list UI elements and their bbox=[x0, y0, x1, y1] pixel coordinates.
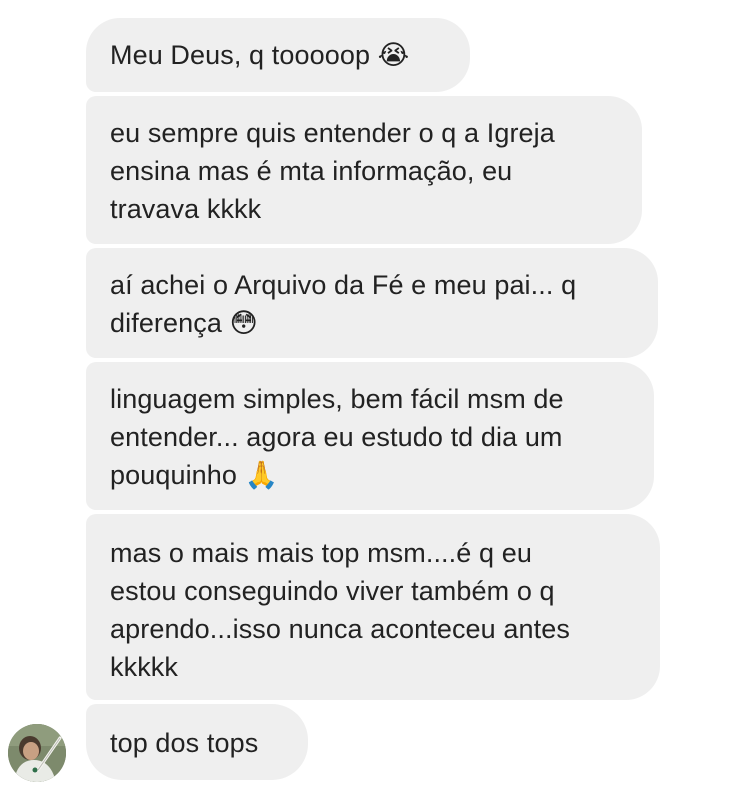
message-bubble[interactable]: mas o mais mais top msm....é q eu estou … bbox=[86, 514, 660, 700]
message-bubble[interactable]: Meu Deus, q tooooop 😭 bbox=[86, 18, 470, 92]
message-bubble[interactable]: top dos tops bbox=[86, 704, 308, 780]
message-bubble[interactable]: aí achei o Arquivo da Fé e meu pai... q … bbox=[86, 248, 658, 358]
sender-avatar[interactable] bbox=[8, 724, 66, 782]
message-bubble[interactable]: linguagem simples, bem fácil msm de ente… bbox=[86, 362, 654, 510]
message-bubble[interactable]: eu sempre quis entender o q a Igreja ens… bbox=[86, 96, 642, 244]
message-thread: Meu Deus, q tooooop 😭 eu sempre quis ent… bbox=[0, 0, 730, 797]
avatar-photo-icon bbox=[8, 724, 66, 782]
